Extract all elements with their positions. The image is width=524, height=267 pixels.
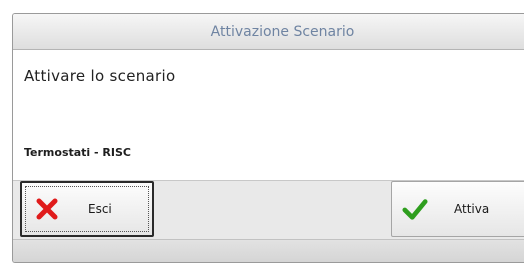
activate-button-label: Attiva xyxy=(454,202,490,216)
button-bar: Esci Attiva xyxy=(13,181,524,239)
dialog-content: Attivare lo scenario Termostati - RISC xyxy=(13,50,524,181)
dialog-titlebar: Attivazione Scenario xyxy=(13,14,524,50)
scenario-name: Termostati - RISC xyxy=(24,146,131,159)
exit-button[interactable]: Esci xyxy=(20,181,154,237)
close-x-icon xyxy=(34,196,60,222)
checkmark-icon xyxy=(402,196,428,222)
exit-button-label: Esci xyxy=(88,202,112,216)
dialog-title: Attivazione Scenario xyxy=(210,23,355,40)
confirmation-message: Attivare lo scenario xyxy=(24,67,176,85)
dialog-footer xyxy=(13,239,524,262)
activate-button[interactable]: Attiva xyxy=(391,181,524,237)
activation-dialog: Attivazione Scenario Attivare lo scenari… xyxy=(12,13,524,263)
